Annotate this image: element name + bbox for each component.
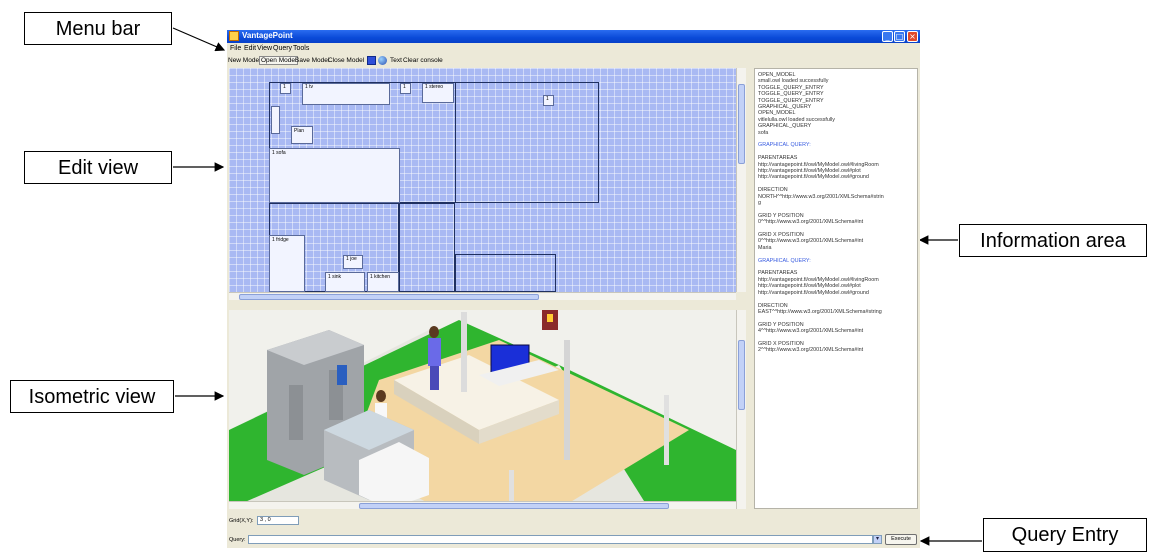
globe-icon[interactable] <box>378 56 387 65</box>
edit-vertical-scroll-thumb[interactable] <box>738 84 745 164</box>
query-label: Query: <box>229 537 246 543</box>
clear-console-button[interactable]: Clear console <box>403 57 443 64</box>
new-model-button[interactable]: New Model <box>228 57 261 64</box>
execute-button[interactable]: Execute <box>885 534 917 545</box>
close-model-button[interactable]: Close Model <box>328 57 364 64</box>
small-label-3: 1 <box>546 96 549 102</box>
menu-bar: File Edit View Query Tools <box>227 43 920 54</box>
lamp-pole <box>461 312 467 392</box>
isometric-scene <box>229 312 736 509</box>
person-maria <box>429 326 439 338</box>
lamp-object[interactable] <box>271 106 280 134</box>
room-right-upper <box>455 82 599 203</box>
small-label-2: 1 <box>403 84 406 90</box>
window-title: VantagePoint <box>242 31 293 40</box>
plant-label: Plan <box>294 128 305 134</box>
tv-object[interactable] <box>302 83 390 105</box>
edit-vertical-scrollbar[interactable] <box>736 68 746 292</box>
edit-horizontal-scrollbar[interactable] <box>229 292 736 300</box>
menu-view[interactable]: View <box>257 45 272 52</box>
grid-coordinate-field[interactable]: 3 , 0 <box>257 516 299 525</box>
tv-label: 1 tv <box>305 84 314 90</box>
iso-horizontal-scroll-thumb[interactable] <box>359 503 669 509</box>
save-model-button[interactable]: Save Model <box>295 57 329 64</box>
app-icon <box>229 31 239 41</box>
room-middle-lower <box>399 203 455 292</box>
information-area[interactable]: OPEN_MODEL small.owl loaded successfully T… <box>754 68 918 509</box>
open-model-button[interactable]: Open Model <box>259 56 299 65</box>
maximize-button[interactable]: □ <box>894 31 905 42</box>
edit-view[interactable]: 1 tv 1 1 1 stereo 1 Plan 1 sofa 1 fridge… <box>229 68 736 292</box>
stereo-label: 1 stereo <box>425 84 444 90</box>
text-toggle-button[interactable]: Text <box>390 57 402 64</box>
grid-label: Grid(X,Y): <box>229 518 254 524</box>
kitchen-label: 1 kitchen <box>370 274 391 280</box>
isometric-view[interactable] <box>229 310 736 509</box>
menu-edit[interactable]: Edit <box>244 45 256 52</box>
small-label-1: 1 <box>283 84 286 90</box>
iso-vertical-scroll-thumb[interactable] <box>738 340 745 410</box>
fridge-label: 1 fridge <box>272 237 289 243</box>
app-window: VantagePoint _ □ × File Edit View Query … <box>227 30 920 548</box>
minimize-button[interactable]: _ <box>882 31 893 42</box>
menu-query[interactable]: Query <box>273 45 292 52</box>
toolbar: New Model Open Model Save Model Close Mo… <box>227 55 920 66</box>
query-input[interactable] <box>248 535 873 544</box>
close-button[interactable]: × <box>907 31 918 42</box>
splitter[interactable] <box>229 300 746 310</box>
sink-label: 1 sink <box>328 274 342 280</box>
menu-tools[interactable]: Tools <box>293 45 309 52</box>
fridge-object[interactable] <box>269 235 305 292</box>
person-joe <box>376 390 386 402</box>
scene-marker-light <box>547 314 553 322</box>
arrow-menu-bar <box>172 27 226 52</box>
title-bar: VantagePoint _ □ × <box>227 30 920 43</box>
iso-horizontal-scrollbar[interactable] <box>229 501 736 509</box>
info-lines: OPEN_MODEL small.owl loaded successfully T… <box>755 69 917 354</box>
info-line: 2^^http://www.w3.org/2001/XMLSchema#int <box>758 347 864 354</box>
chevron-down-icon[interactable]: ▾ <box>873 535 882 544</box>
iso-vertical-scrollbar[interactable] <box>736 310 746 509</box>
sofa-label: 1 sofa <box>272 150 286 156</box>
room-right-lower <box>455 254 556 292</box>
grid-view-icon[interactable] <box>367 56 376 65</box>
joe-label: 1 joe <box>346 256 357 262</box>
sofa-object[interactable] <box>269 148 400 203</box>
menu-file[interactable]: File <box>230 45 241 52</box>
